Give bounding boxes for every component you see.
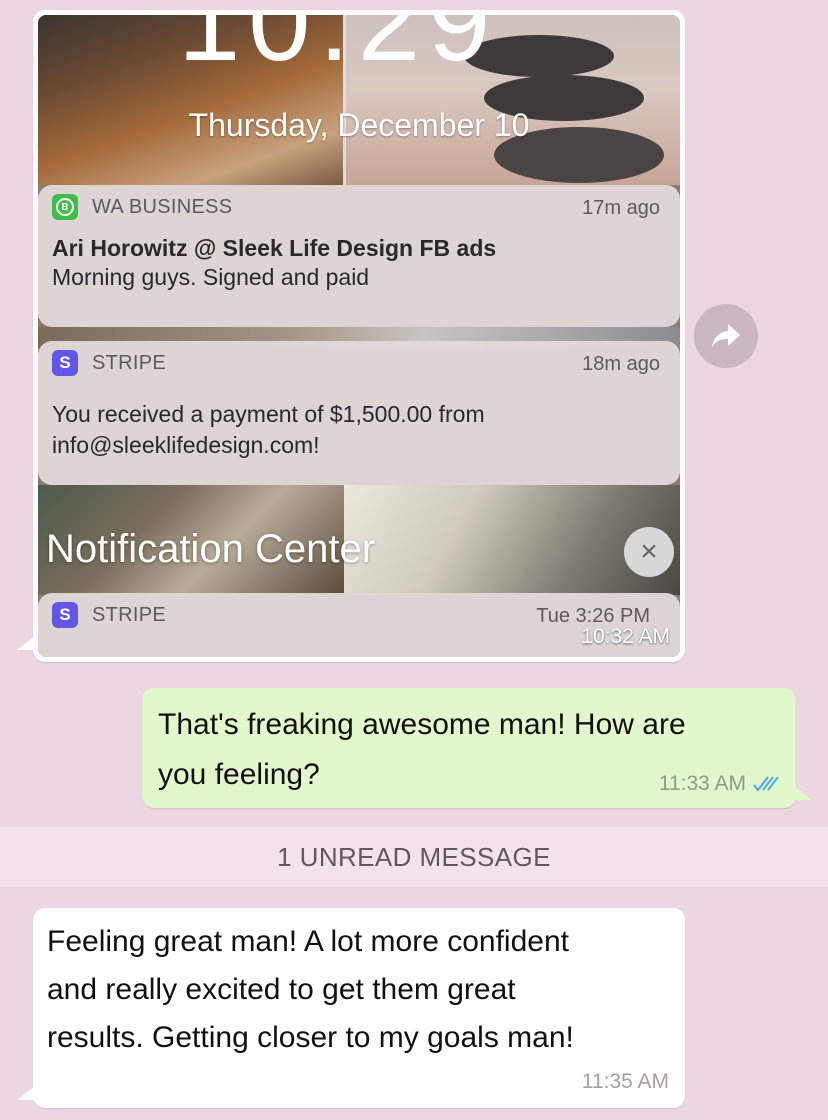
message-timestamp: 10:32 AM: [581, 625, 670, 648]
lockscreen-screenshot[interactable]: 10:29 Thursday, December 10 B WA BUSINES…: [38, 15, 680, 657]
forward-button[interactable]: [694, 304, 758, 368]
notification-app-name: STRIPE: [92, 351, 167, 374]
notification-title: Ari Horowitz @ Sleek Life Design FB ads: [52, 235, 497, 261]
notification-stripe-payment: S STRIPE 18m ago You received a payment …: [38, 341, 680, 485]
notification-body-line2: info@sleeklifedesign.com!: [52, 432, 320, 458]
notification-body-line1: You received a payment of $1,500.00 from: [52, 401, 485, 427]
bubble-tail: [17, 1086, 35, 1100]
double-check-read-icon: [753, 776, 779, 792]
outgoing-message-bubble[interactable]: That's freaking awesome man! How are you…: [142, 688, 812, 808]
notification-header: S STRIPE Tue 3:26 PM: [52, 593, 660, 637]
close-icon: ×: [624, 527, 674, 577]
image-message-bubble[interactable]: 10:29 Thursday, December 10 B WA BUSINES…: [17, 10, 685, 662]
notification-body: Morning guys. Signed and paid: [52, 264, 370, 290]
notification-time: 17m ago: [582, 197, 660, 219]
incoming-message-bubble[interactable]: Feeling great man! A lot more confident …: [17, 908, 685, 1108]
notification-time: 18m ago: [582, 353, 660, 375]
message-text-line1: Feeling great man! A lot more confident: [47, 925, 569, 958]
message-time: 11:35 AM: [581, 1070, 669, 1093]
notification-header: S STRIPE 18m ago: [52, 341, 660, 385]
lockscreen-date: Thursday, December 10: [188, 107, 530, 143]
lockscreen-clock: 10:29: [178, 15, 499, 84]
notification-header: B WA BUSINESS 17m ago: [52, 185, 660, 229]
stripe-icon: S: [52, 602, 78, 628]
message-text-line1: That's freaking awesome man! How are: [158, 708, 686, 741]
notification-app-name: STRIPE: [92, 603, 167, 626]
bubble-tail: [794, 786, 812, 800]
message-text-line2: and really excited to get them great: [47, 973, 516, 1006]
message-text-line3: results. Getting closer to my goals man!: [47, 1021, 574, 1054]
message-time: 11:33 AM: [658, 772, 746, 795]
notification-center-label: Notification Center: [46, 527, 376, 571]
forward-arrow-icon: [712, 324, 740, 348]
notification-app-name: WA BUSINESS: [92, 195, 233, 218]
whatsapp-business-icon: B: [52, 194, 78, 220]
notification-wa-business: B WA BUSINESS 17m ago Ari Horowitz @ Sle…: [38, 185, 680, 327]
bubble-tail: [17, 636, 35, 650]
unread-messages-banner: 1 UNREAD MESSAGE: [0, 827, 828, 887]
stripe-icon: S: [52, 350, 78, 376]
message-meta: 11:33 AM: [659, 772, 780, 796]
